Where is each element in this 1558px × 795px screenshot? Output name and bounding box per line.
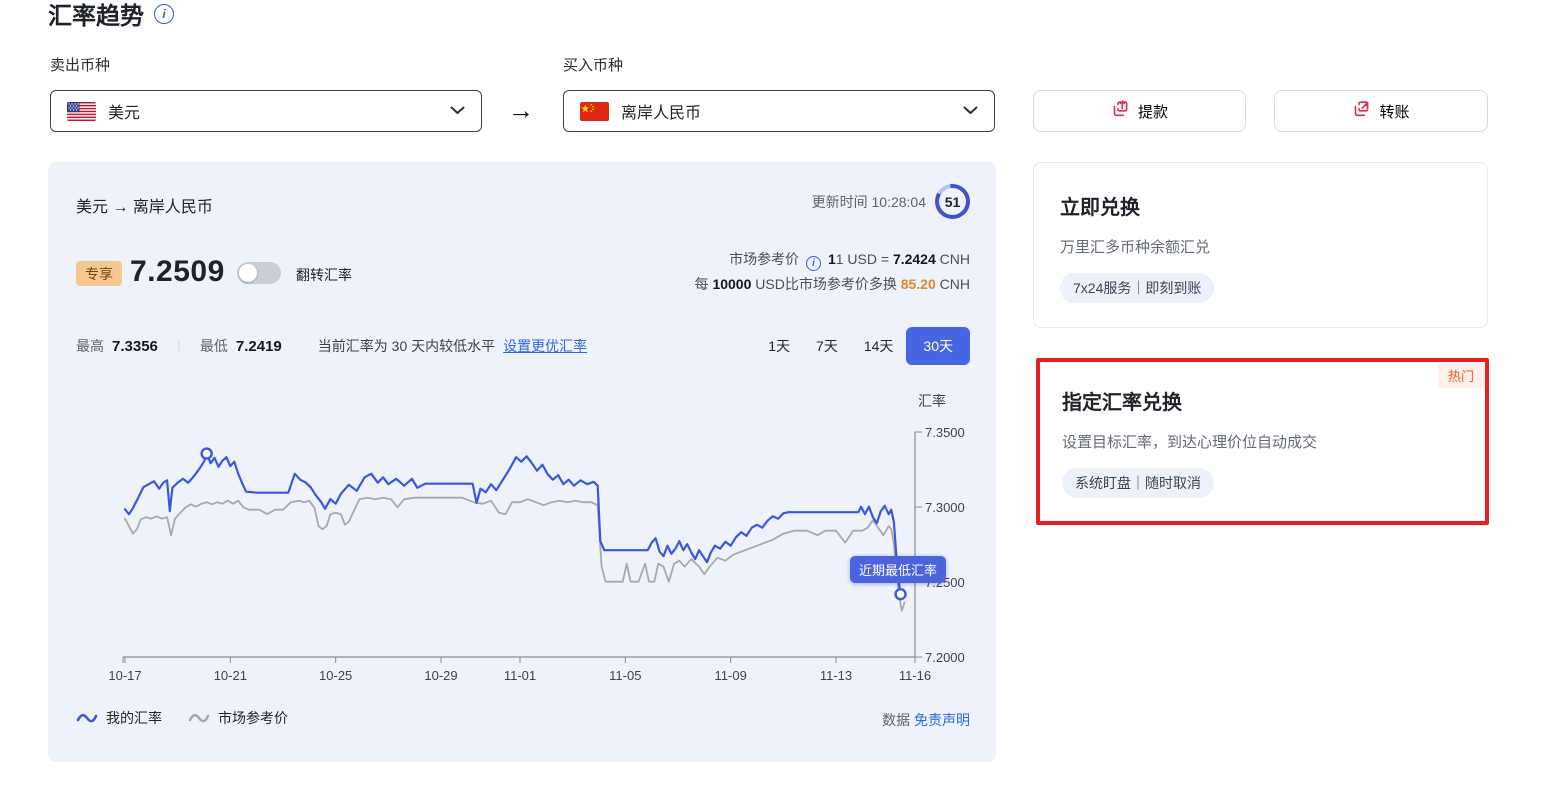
- x-tick-label: 10-25: [319, 668, 352, 683]
- legend-market-rate: 市场参考价: [188, 708, 288, 728]
- instant-exchange-subtitle: 万里汇多币种余额汇兑: [1060, 236, 1461, 257]
- buy-currency-select[interactable]: 离岸人民币: [563, 90, 995, 132]
- wave-icon: [76, 711, 98, 725]
- instant-exchange-title: 立即兑换: [1060, 191, 1461, 220]
- transfer-icon: [1352, 100, 1370, 122]
- countdown-ring: 51: [935, 184, 970, 219]
- info-icon[interactable]: i: [154, 4, 174, 24]
- flip-rate-toggle[interactable]: [237, 262, 281, 284]
- wave-icon: [188, 711, 210, 725]
- update-time-group: 更新时间 10:28:04 51: [812, 184, 970, 219]
- page-title: 汇率趋势: [48, 0, 144, 31]
- market-reference-line2: 每 10000 USD比市场参考价多换 85.20 CNH: [695, 272, 970, 297]
- y-tick-label: 7.2000: [925, 650, 965, 665]
- currency-pair: 美元 → 离岸人民币: [76, 193, 213, 217]
- set-better-rate-link[interactable]: 设置更优汇率: [503, 336, 587, 356]
- chart-legend: 我的汇率 市场参考价: [76, 708, 288, 728]
- x-tick-label: 11-16: [899, 668, 931, 683]
- instant-exchange-pill: 7x24服务｜即刻到账: [1060, 273, 1214, 303]
- rate-hint: 当前汇率为 30 天内较低水平: [318, 336, 495, 356]
- instant-exchange-card[interactable]: 立即兑换 万里汇多币种余额汇兑 7x24服务｜即刻到账: [1033, 162, 1488, 328]
- buy-currency-label: 买入币种: [563, 54, 623, 75]
- tab-1d[interactable]: 1天: [755, 327, 803, 365]
- tab-7d[interactable]: 7天: [803, 327, 851, 365]
- withdraw-label: 提款: [1138, 101, 1168, 122]
- legend-my-rate: 我的汇率: [76, 708, 162, 728]
- current-rate: 7.2509: [130, 255, 225, 289]
- low-value: 7.2419: [236, 338, 282, 355]
- x-tick-label: 11-05: [609, 668, 641, 683]
- info-icon[interactable]: i: [806, 256, 821, 271]
- withdraw-button[interactable]: 提款: [1033, 90, 1246, 132]
- target-rate-title: 指定汇率兑换: [1062, 386, 1463, 415]
- withdraw-icon: [1111, 100, 1129, 122]
- series-我的汇率: [125, 454, 901, 594]
- x-tick-label: 10-29: [424, 668, 457, 683]
- rate-chart: 汇率7.35007.30007.25007.200010-1710-2110-2…: [48, 392, 996, 712]
- sell-currency-select[interactable]: 美元: [50, 90, 482, 132]
- countdown-value: 51: [939, 188, 966, 215]
- stats-row: 最高 7.3356 ｜ 最低 7.2419 当前汇率为 30 天内较低水平 设置…: [76, 336, 587, 356]
- x-tick-label: 10-21: [214, 668, 247, 683]
- hot-badge: 热门: [1438, 363, 1484, 388]
- chevron-down-icon: [450, 102, 465, 120]
- toggle-knob: [239, 264, 257, 282]
- us-flag-icon: [67, 102, 96, 121]
- y-tick-label: 7.3500: [925, 425, 965, 440]
- target-rate-pill: 系统盯盘｜随时取消: [1062, 468, 1214, 498]
- disclaimer-row: 数据 免责声明: [882, 710, 970, 730]
- x-tick-label: 11-13: [820, 668, 852, 683]
- transfer-label: 转账: [1379, 101, 1409, 122]
- transfer-button[interactable]: 转账: [1274, 90, 1488, 132]
- marker: [896, 589, 906, 599]
- market-reference-block: 市场参考价 i 11 USD = 7.2424 CNH 每 10000 USD比…: [695, 247, 970, 297]
- lowest-rate-tooltip: 近期最低汇率: [850, 556, 946, 583]
- series-市场参考价: [125, 498, 905, 611]
- low-label: 最低: [200, 336, 228, 356]
- high-value: 7.3356: [112, 338, 158, 355]
- flip-rate-label: 翻转汇率: [296, 265, 352, 285]
- bonus-amount: 85.20: [901, 276, 936, 292]
- page-title-row: 汇率趋势 i: [48, 0, 174, 31]
- marker: [202, 449, 212, 459]
- x-tick-label: 11-01: [504, 668, 536, 683]
- tab-30d[interactable]: 30天: [906, 327, 970, 365]
- exchange-rate-page: 汇率趋势 i 卖出币种 美元 → 买入币种 离岸人民币: [0, 0, 1558, 795]
- target-rate-exchange-card[interactable]: 热门 指定汇率兑换 设置目标汇率，到达心理价位自动成交 系统盯盘｜随时取消: [1036, 358, 1489, 525]
- vip-badge: 专享: [76, 261, 122, 286]
- target-rate-subtitle: 设置目标汇率，到达心理价位自动成交: [1062, 431, 1463, 452]
- x-tick-label: 11-09: [715, 668, 747, 683]
- swap-direction-arrow: →: [508, 95, 534, 126]
- cn-flag-icon: [580, 102, 609, 121]
- sell-currency-value: 美元: [108, 99, 140, 123]
- chevron-down-icon: [963, 102, 978, 120]
- tab-14d[interactable]: 14天: [851, 327, 907, 365]
- x-tick-label: 10-17: [108, 668, 141, 683]
- update-time: 更新时间 10:28:04: [812, 192, 926, 212]
- sell-currency-label: 卖出币种: [50, 54, 110, 75]
- rate-trend-card: 美元 → 离岸人民币 更新时间 10:28:04 51 专享 7.2509 翻转…: [48, 162, 996, 762]
- disclaimer-link[interactable]: 免责声明: [914, 712, 970, 728]
- y-tick-label: 7.3000: [925, 500, 965, 515]
- market-rate: 7.2424: [893, 251, 936, 267]
- buy-currency-value: 离岸人民币: [621, 99, 701, 123]
- high-label: 最高: [76, 336, 104, 356]
- market-reference-line1: 市场参考价 i 11 USD = 7.2424 CNH: [695, 247, 970, 272]
- y-axis-title: 汇率: [918, 393, 946, 409]
- range-tabs: 1天 7天 14天 30天: [755, 327, 970, 365]
